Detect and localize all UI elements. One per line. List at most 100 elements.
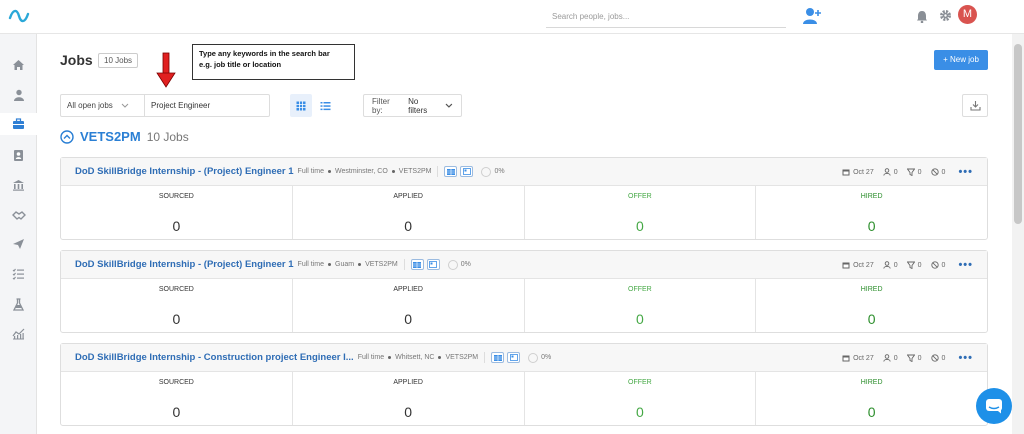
rejected-count-value: 0: [941, 354, 946, 362]
stage-hired[interactable]: HIRED 0: [756, 372, 987, 425]
id-card-icon: [429, 261, 438, 268]
sidebar-item-jobs[interactable]: [0, 113, 37, 135]
funnel-icon: [906, 261, 915, 269]
job-org: VETS2PM: [365, 261, 398, 268]
status-select[interactable]: All open jobs: [61, 95, 145, 116]
separator-dot: [358, 263, 362, 266]
separator-dot: [328, 170, 331, 173]
job-location: Westminster, CO: [335, 168, 388, 175]
stage-offer[interactable]: OFFER 0: [525, 186, 757, 239]
job-card[interactable]: DoD SkillBridge Internship - (Project) E…: [60, 157, 988, 240]
job-board-button[interactable]: [410, 259, 424, 270]
user-avatar[interactable]: M: [958, 5, 977, 24]
sidebar-item-tasks[interactable]: [0, 263, 37, 285]
board-icon: [413, 261, 422, 268]
chat-icon: [986, 399, 1002, 414]
candidates-icon: [883, 261, 891, 269]
stage-offer[interactable]: OFFER 0: [525, 279, 757, 332]
list-icon: [320, 101, 330, 110]
job-meta: Full time Westminster, CO VETS2PM: [298, 168, 432, 175]
group-name: VETS2PM: [80, 129, 141, 144]
more-options-icon[interactable]: •••: [958, 259, 973, 271]
candidates-icon: [883, 168, 891, 176]
job-group-header[interactable]: VETS2PM 10 Jobs: [60, 129, 189, 144]
stage-applied[interactable]: APPLIED 0: [293, 279, 525, 332]
job-date: Oct 27: [842, 261, 874, 269]
job-title-link[interactable]: DoD SkillBridge Internship - (Project) E…: [75, 166, 294, 177]
stage-label: OFFER: [628, 193, 652, 200]
candidates-count: 0: [883, 168, 898, 176]
job-board-button[interactable]: [491, 352, 505, 363]
status-select-label: All open jobs: [67, 101, 113, 110]
job-profile-button[interactable]: [426, 259, 440, 270]
chevron-down-icon: [121, 103, 129, 108]
sidebar-item-labs[interactable]: [0, 293, 37, 315]
sidebar-item-contacts[interactable]: [0, 144, 37, 166]
rejected-count-value: 0: [941, 168, 946, 176]
scrollbar-thumb[interactable]: [1014, 44, 1022, 224]
home-icon: [13, 60, 24, 70]
sidebar-item-people[interactable]: [0, 84, 37, 106]
job-date: Oct 27: [842, 354, 874, 362]
grid-view-button[interactable]: [290, 94, 312, 117]
chat-button[interactable]: [976, 388, 1012, 424]
sidebar-item-analytics[interactable]: [0, 323, 37, 345]
red-arrow-icon: [156, 52, 176, 88]
bell-icon[interactable]: [916, 10, 928, 23]
stage-sourced[interactable]: SOURCED 0: [61, 372, 293, 425]
pipeline-stages: SOURCED 0 APPLIED 0 OFFER 0 HIRED 0: [61, 279, 987, 332]
chevron-down-icon: [445, 103, 453, 108]
job-date-value: Oct 27: [853, 168, 874, 176]
stage-sourced[interactable]: SOURCED 0: [61, 186, 293, 239]
job-type: Full time: [357, 354, 385, 361]
job-progress: 0%: [528, 352, 551, 363]
job-card[interactable]: DoD SkillBridge Internship - Constructio…: [60, 343, 988, 426]
sidebar-item-institutions[interactable]: [0, 174, 37, 196]
progress-ring-icon: [528, 352, 539, 363]
stage-hired[interactable]: HIRED 0: [756, 186, 987, 239]
annotation-line-1: Type any keywords in the search bar: [199, 49, 330, 58]
rejected-count-value: 0: [941, 261, 946, 269]
job-board-button[interactable]: [444, 166, 458, 177]
filter-by-dropdown[interactable]: Filter by: No filters: [363, 94, 462, 117]
board-icon: [493, 354, 502, 361]
person-icon: [13, 89, 24, 101]
new-job-button[interactable]: + New job: [934, 50, 988, 70]
stage-applied[interactable]: APPLIED 0: [293, 186, 525, 239]
annotation-callout: Type any keywords in the search bar e.g.…: [192, 44, 355, 80]
id-card-icon: [509, 354, 518, 361]
checklist-icon: [12, 268, 24, 280]
job-profile-button[interactable]: [460, 166, 474, 177]
job-title-link[interactable]: DoD SkillBridge Internship - Constructio…: [75, 352, 354, 363]
job-card[interactable]: DoD SkillBridge Internship - (Project) E…: [60, 250, 988, 333]
job-meta: Full time Whitsett, NC VETS2PM: [358, 354, 478, 361]
stage-sourced[interactable]: SOURCED 0: [61, 279, 293, 332]
job-title-link[interactable]: DoD SkillBridge Internship - (Project) E…: [75, 259, 294, 270]
flask-icon: [13, 297, 24, 311]
job-org: VETS2PM: [445, 354, 479, 361]
download-button[interactable]: [962, 94, 988, 117]
stage-offer[interactable]: OFFER 0: [525, 372, 757, 425]
collapse-chevron-icon[interactable]: [60, 129, 74, 144]
stage-applied[interactable]: APPLIED 0: [293, 372, 525, 425]
stage-hired[interactable]: HIRED 0: [756, 279, 987, 332]
sidebar-item-campaigns[interactable]: [0, 233, 37, 255]
calendar-icon: [842, 355, 850, 362]
handshake-icon: [11, 210, 26, 220]
add-user-icon[interactable]: [802, 7, 822, 25]
more-options-icon[interactable]: •••: [958, 352, 973, 364]
keyword-search-input[interactable]: Project Engineer: [145, 95, 269, 116]
scrollbar[interactable]: [1012, 34, 1024, 434]
search-input[interactable]: Search people, jobs...: [546, 8, 786, 28]
job-profile-button[interactable]: [507, 352, 521, 363]
app-logo-icon[interactable]: [8, 6, 30, 26]
job-stats: Oct 27 0 0 0 •••: [842, 158, 973, 186]
list-view-button[interactable]: [314, 94, 336, 117]
sidebar-item-partners[interactable]: [0, 204, 37, 226]
stage-value: 0: [635, 218, 644, 234]
gear-icon[interactable]: [939, 9, 952, 22]
sidebar-item-home[interactable]: [0, 54, 37, 76]
more-options-icon[interactable]: •••: [958, 166, 973, 178]
stage-value: 0: [172, 218, 181, 234]
candidates-icon: [883, 354, 891, 362]
